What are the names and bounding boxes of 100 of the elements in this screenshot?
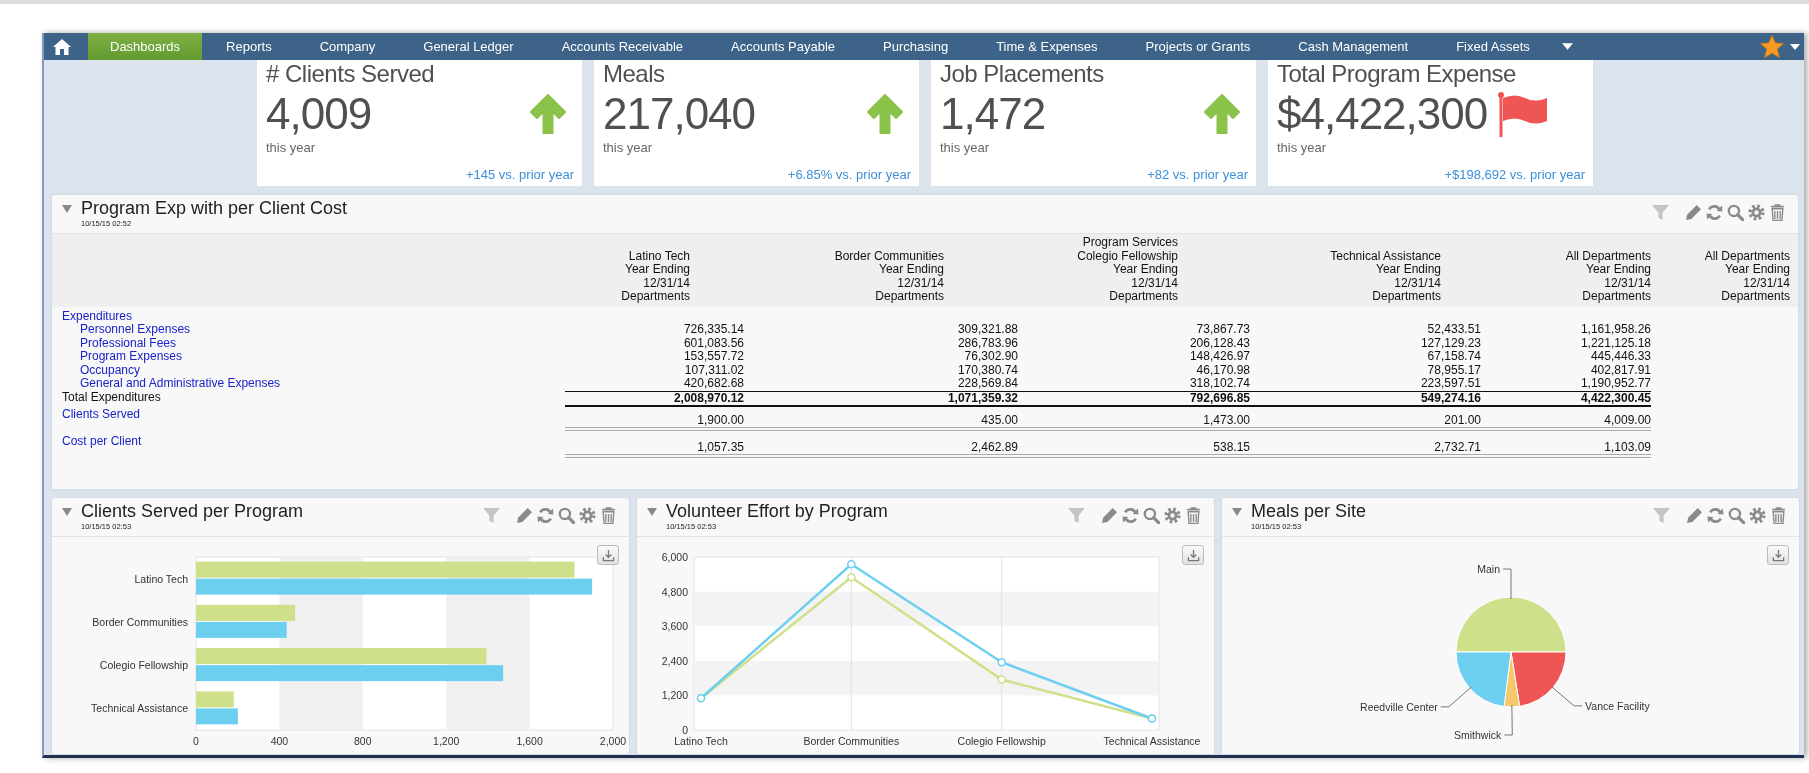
search-icon[interactable] (1143, 507, 1160, 524)
table-cell-text: 52,433.51 (1426, 323, 1481, 337)
caret-icon[interactable] (1561, 43, 1573, 50)
download-button[interactable] (1182, 545, 1204, 565)
caret-icon[interactable] (1790, 43, 1800, 50)
home-icon[interactable] (52, 37, 72, 56)
up-arrow-icon (1202, 93, 1242, 135)
table-cell: 792,696.85 (1018, 390, 1250, 407)
trash-icon[interactable] (1770, 507, 1787, 524)
row-link[interactable]: Professional Fees (52, 336, 565, 350)
edit-icon[interactable] (1101, 507, 1118, 524)
table-cell: 549,274.16 (1250, 390, 1481, 407)
refresh-icon[interactable] (1122, 507, 1139, 524)
up-arrow-icon (528, 93, 568, 135)
nav-tab[interactable]: Company (295, 33, 400, 60)
nav-tab[interactable]: Purchasing (859, 33, 973, 60)
trash-icon[interactable] (600, 507, 617, 524)
nav-tab[interactable]: Reports (202, 33, 296, 60)
column-header: All Departments Year Ending 12/31/14 Departments (1703, 247, 1790, 304)
row-link[interactable]: General and Administrative Expenses (52, 377, 565, 391)
collapse-icon[interactable] (62, 508, 72, 516)
up-arrow-icon (865, 93, 905, 135)
collapse-icon[interactable] (647, 508, 657, 516)
search-icon[interactable] (1728, 507, 1745, 524)
settings-icon[interactable] (1164, 507, 1181, 524)
row-link[interactable]: Cost per Client (52, 434, 565, 448)
nav-tab[interactable]: Accounts Payable (707, 33, 860, 60)
settings-icon[interactable] (1748, 204, 1765, 221)
nav-tab[interactable]: Accounts Receivable (537, 33, 708, 60)
kpi-period: this year (940, 140, 991, 155)
row-link[interactable]: Clients Served (52, 407, 565, 421)
table-cell: 4,422,300.45 (1481, 390, 1651, 407)
axis-label: Latino Tech (674, 735, 728, 747)
nav-tab[interactable]: General Ledger (399, 33, 538, 60)
refresh-icon[interactable] (537, 507, 554, 524)
table-cell-text: 153,557.72 (682, 350, 744, 364)
settings-icon[interactable] (579, 507, 596, 524)
row-link[interactable]: Personnel Expenses (52, 323, 565, 337)
nav-tab[interactable]: Projects or Grants (1121, 33, 1275, 60)
axis-label: 1,200 (661, 689, 688, 702)
axis-label: Technical Assistance (91, 702, 188, 715)
axis-label: 6,000 (661, 551, 688, 563)
leader-line (1440, 686, 1472, 708)
row-link[interactable]: Expenditures (52, 309, 565, 323)
slice-label: Smithwick (1454, 729, 1502, 741)
table-cell: 4,009.00 (1481, 407, 1651, 431)
table-cell-text: 46,170.98 (1195, 363, 1250, 377)
table-cell-text: 228,569.84 (956, 377, 1018, 391)
kpi-title: Meals (603, 60, 666, 88)
kpi-title: Job Placements (940, 60, 1105, 88)
table-cell-text: 148,426.97 (1188, 350, 1250, 364)
edit-icon[interactable] (1686, 507, 1703, 524)
table-cell-text: 127,129.23 (1419, 336, 1481, 350)
refresh-icon[interactable] (1706, 204, 1723, 221)
table-cell: 538.15 (1018, 434, 1250, 458)
filter-icon[interactable] (1068, 507, 1085, 524)
kpi-comparison: +$198,692 vs. prior year (1444, 167, 1585, 182)
panel-title: Clients Served per Program (81, 501, 304, 522)
kpi-value: $4,422,300 (1277, 89, 1488, 139)
table-cell: 2,462.89 (744, 434, 1018, 458)
refresh-icon[interactable] (1707, 507, 1724, 524)
kpi-period: this year (603, 140, 654, 155)
row-link[interactable]: Program Expenses (52, 350, 565, 364)
filter-icon[interactable] (1652, 204, 1669, 221)
search-icon[interactable] (558, 507, 575, 524)
edit-icon[interactable] (516, 507, 533, 524)
edit-icon[interactable] (1685, 204, 1702, 221)
kpi-comparison: +82 vs. prior year (1147, 167, 1248, 182)
axis-label: 4,800 (661, 585, 688, 598)
download-button[interactable] (597, 545, 619, 565)
nav-tab[interactable]: Fixed Assets (1432, 33, 1554, 60)
nav-tab[interactable]: Cash Management (1274, 33, 1433, 60)
axis-label: 0 (682, 724, 688, 736)
filter-icon[interactable] (483, 507, 500, 524)
axis-label: Technical Assistance (1103, 735, 1201, 747)
star-icon[interactable] (1760, 35, 1784, 58)
kpi-value: 1,472 (940, 89, 1046, 139)
collapse-icon[interactable] (62, 205, 72, 213)
trash-icon[interactable] (1769, 204, 1786, 221)
axis-label: Colegio Fellowship (957, 735, 1046, 747)
trash-icon[interactable] (1185, 507, 1202, 524)
download-button[interactable] (1767, 545, 1789, 565)
leader-line (1503, 704, 1513, 736)
kpi-title: Total Program Expense (1277, 60, 1517, 88)
row-label: Total Expenditures (61, 390, 162, 406)
axis-label: 2,000 (599, 735, 627, 747)
filter-icon[interactable] (1653, 507, 1670, 524)
row-link[interactable]: Occupancy (52, 363, 565, 377)
table-cell: 2,008,970.12 (565, 390, 744, 407)
nav-tab[interactable]: Time & Expenses (972, 33, 1122, 60)
table-cell-text: 170,380.74 (956, 363, 1018, 377)
table-cell-text: 402,817.91 (1589, 363, 1651, 377)
search-icon[interactable] (1727, 204, 1744, 221)
collapse-icon[interactable] (1232, 508, 1242, 516)
table-cell-text: 309,321.88 (956, 323, 1018, 337)
axis-label: Colegio Fellowship (99, 659, 188, 672)
column-header: Latino Tech Year Ending 12/31/14 Departments (620, 247, 691, 304)
table-cell-text: 107,311.02 (683, 363, 744, 377)
column-header: Technical Assistance Year Ending 12/31/14 Departments (1329, 247, 1442, 304)
settings-icon[interactable] (1749, 507, 1766, 524)
